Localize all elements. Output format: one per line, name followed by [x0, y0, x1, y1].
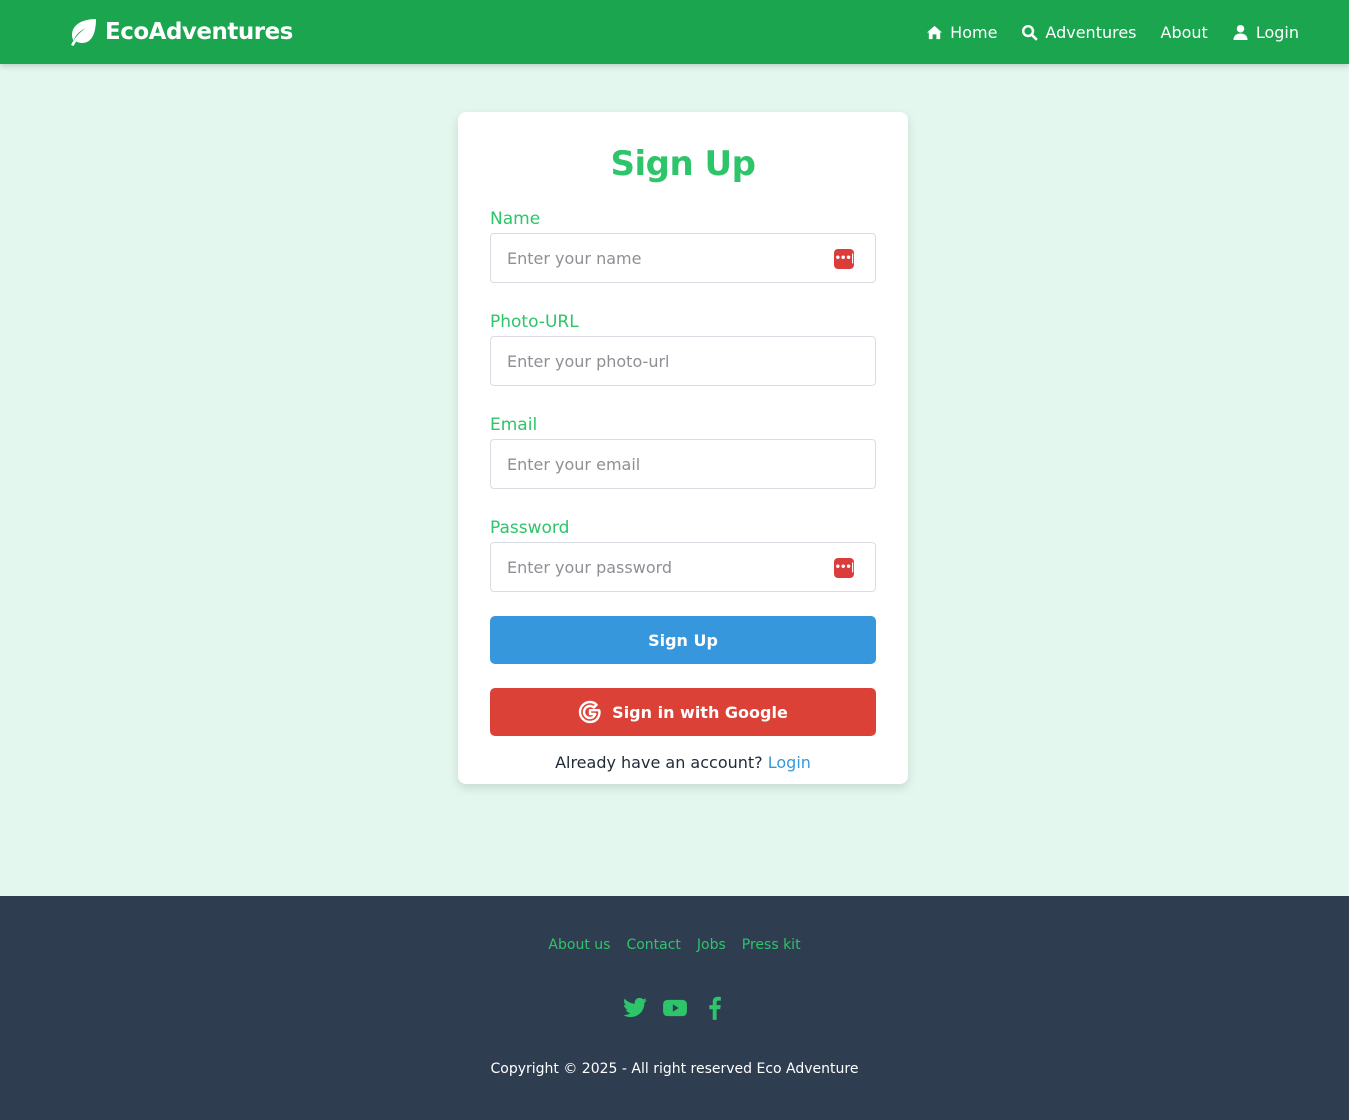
name-field-group: Name •••| — [490, 208, 876, 283]
google-signin-button[interactable]: Sign in with Google — [490, 688, 876, 736]
user-icon — [1232, 24, 1249, 41]
google-button-label: Sign in with Google — [612, 702, 788, 722]
nav-about-label: About — [1160, 22, 1208, 42]
nav-login-label: Login — [1255, 22, 1299, 42]
password-field-group: Password •••| — [490, 517, 876, 592]
email-input[interactable] — [490, 439, 876, 489]
signup-card: Sign Up Name •••| Photo-URL Email Passwo… — [458, 112, 908, 784]
footer: About us Contact Jobs Press kit Copyrigh… — [0, 896, 1349, 1120]
footer-link-press-kit[interactable]: Press kit — [742, 937, 801, 953]
nav-home[interactable]: Home — [926, 23, 997, 42]
nav-home-label: Home — [950, 22, 998, 42]
login-link[interactable]: Login — [768, 753, 811, 772]
name-label: Name — [490, 209, 541, 229]
youtube-icon[interactable] — [662, 995, 688, 1021]
nav-login[interactable]: Login — [1232, 23, 1299, 42]
password-manager-icon[interactable]: •••| — [834, 249, 854, 269]
name-input[interactable] — [490, 233, 876, 283]
nav-links: Home Adventures About Login — [902, 23, 1299, 42]
facebook-icon[interactable] — [702, 995, 728, 1021]
brand[interactable]: EcoAdventures — [66, 17, 293, 47]
footer-links: About us Contact Jobs Press kit — [0, 937, 1349, 953]
nav-adventures[interactable]: Adventures — [1021, 22, 1137, 42]
login-prompt-line: Already have an account? Login — [490, 753, 876, 772]
copyright: Copyright © 2025 - All right reserved Ec… — [490, 1061, 859, 1077]
password-input[interactable] — [490, 542, 876, 592]
email-field-group: Email — [490, 414, 876, 489]
nav-about[interactable]: About — [1161, 23, 1208, 42]
footer-link-jobs[interactable]: Jobs — [697, 937, 726, 953]
password-label: Password — [490, 518, 570, 538]
password-manager-icon[interactable]: •••| — [834, 558, 854, 578]
photo-url-field-group: Photo-URL — [490, 311, 876, 386]
email-label: Email — [490, 415, 538, 435]
login-prompt-text: Already have an account? — [555, 753, 763, 772]
nav-adventures-label: Adventures — [1045, 22, 1137, 42]
footer-link-about-us[interactable]: About us — [548, 937, 610, 953]
brand-name: EcoAdventures — [105, 19, 293, 45]
footer-link-contact[interactable]: Contact — [626, 937, 680, 953]
page-title: Sign Up — [610, 144, 756, 184]
photo-url-input[interactable] — [490, 336, 876, 386]
leaf-icon — [66, 17, 98, 47]
search-icon — [1021, 24, 1038, 41]
home-icon — [926, 24, 943, 41]
signup-button[interactable]: Sign Up — [490, 616, 876, 664]
twitter-icon[interactable] — [622, 995, 648, 1021]
photo-url-label: Photo-URL — [490, 312, 579, 332]
navbar: EcoAdventures Home Adventures About Logi… — [0, 0, 1349, 64]
social-links — [0, 995, 1349, 1021]
google-icon — [578, 700, 602, 724]
